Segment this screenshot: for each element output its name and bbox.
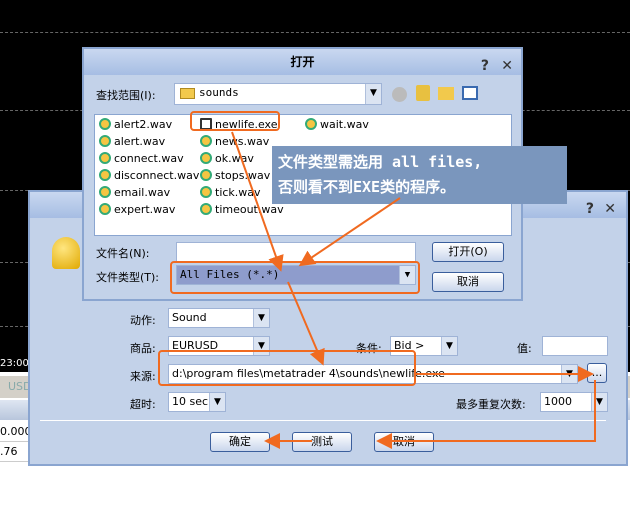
chevron-down-icon: ▼ (561, 365, 577, 383)
timeout-label: 超时: (130, 398, 156, 411)
value-input[interactable] (542, 336, 608, 356)
help-button[interactable]: ? (481, 53, 489, 79)
audio-file-icon (200, 152, 212, 164)
file-item[interactable]: email.wav (99, 186, 170, 199)
folder-icon (180, 88, 195, 99)
annotation-note: 文件类型需选用 all files, 否则看不到EXE类的程序。 (272, 146, 567, 204)
audio-file-icon (99, 186, 111, 198)
view-menu-icon[interactable] (462, 86, 478, 100)
highlight-box (158, 350, 416, 386)
audio-file-icon (99, 169, 111, 181)
chevron-down-icon: ▼ (591, 393, 607, 411)
max-repeat-label: 最多重复次数: (456, 398, 526, 411)
divider (40, 420, 606, 421)
file-name: timeout.wav (215, 203, 284, 216)
look-in-label: 查找范围(I): (96, 89, 156, 102)
time-label: 23:00 (0, 358, 29, 369)
dialog-title: 打开 (290, 55, 315, 69)
open-titlebar: 打开 ? ✕ (84, 49, 521, 75)
chevron-down-icon: ▼ (365, 84, 381, 104)
file-item[interactable]: stops.wav (200, 169, 270, 182)
file-item[interactable]: connect.wav (99, 152, 184, 165)
file-item[interactable]: expert.wav (99, 203, 175, 216)
file-item[interactable]: wait.wav (305, 118, 369, 131)
close-button[interactable]: ✕ (604, 196, 616, 222)
file-item[interactable]: disconnect.wav (99, 169, 199, 182)
audio-file-icon (99, 135, 111, 147)
audio-file-icon (200, 135, 212, 147)
action-select[interactable]: Sound ▼ (168, 308, 270, 328)
file-name: news.wav (215, 135, 270, 148)
bell-icon (52, 237, 80, 269)
open-button[interactable]: 打开(O) (432, 242, 504, 262)
file-name: connect.wav (114, 152, 184, 165)
file-name: tick.wav (215, 186, 261, 199)
file-name: stops.wav (215, 169, 271, 182)
file-name: wait.wav (320, 118, 369, 131)
chevron-down-icon: ▼ (441, 337, 457, 355)
chevron-down-icon: ▼ (209, 393, 225, 411)
cancel-button[interactable]: 取消 (374, 432, 434, 452)
audio-file-icon (99, 118, 111, 130)
file-item[interactable]: alert2.wav (99, 118, 172, 131)
audio-file-icon (200, 203, 212, 215)
chevron-down-icon: ▼ (253, 309, 269, 327)
look-in-select[interactable]: sounds ▼ (174, 83, 382, 105)
audio-file-icon (99, 152, 111, 164)
source-label: 来源: (130, 370, 156, 383)
file-item[interactable]: tick.wav (200, 186, 261, 199)
terminal-cell: .76 (0, 442, 28, 462)
help-button[interactable]: ? (586, 196, 594, 222)
filename-input[interactable] (176, 242, 416, 262)
ok-button[interactable]: 确定 (210, 432, 270, 452)
terminal-cell: 0.000 (0, 422, 32, 442)
file-name: expert.wav (114, 203, 176, 216)
max-repeat-select[interactable]: 1000 ▼ (540, 392, 608, 412)
audio-file-icon (99, 203, 111, 215)
filetype-label: 文件类型(T): (96, 271, 160, 284)
file-name: ok.wav (215, 152, 254, 165)
audio-file-icon (200, 186, 212, 198)
file-name: alert.wav (114, 135, 166, 148)
file-name: disconnect.wav (114, 169, 200, 182)
back-icon[interactable] (392, 87, 407, 102)
action-label: 动作: (130, 314, 156, 327)
file-name: alert2.wav (114, 118, 173, 131)
browse-button[interactable]: ... (587, 363, 607, 383)
filename-label: 文件名(N): (96, 247, 150, 260)
close-button[interactable]: ✕ (501, 53, 513, 79)
file-item[interactable]: news.wav (200, 135, 269, 148)
new-folder-icon[interactable] (438, 87, 454, 100)
cancel-button[interactable]: 取消 (432, 272, 504, 292)
file-name: email.wav (114, 186, 171, 199)
audio-file-icon (305, 118, 317, 130)
file-item[interactable]: ok.wav (200, 152, 254, 165)
timeout-select[interactable]: 10 sec ▼ (168, 392, 226, 412)
audio-file-icon (200, 169, 212, 181)
up-folder-icon[interactable] (416, 85, 430, 101)
file-item[interactable]: timeout.wav (200, 203, 284, 216)
test-button[interactable]: 测试 (292, 432, 352, 452)
symbol-label: 商品: (130, 342, 156, 355)
highlight-box (170, 261, 420, 294)
highlight-box (190, 111, 280, 131)
value-label: 值: (517, 342, 532, 355)
file-item[interactable]: alert.wav (99, 135, 165, 148)
